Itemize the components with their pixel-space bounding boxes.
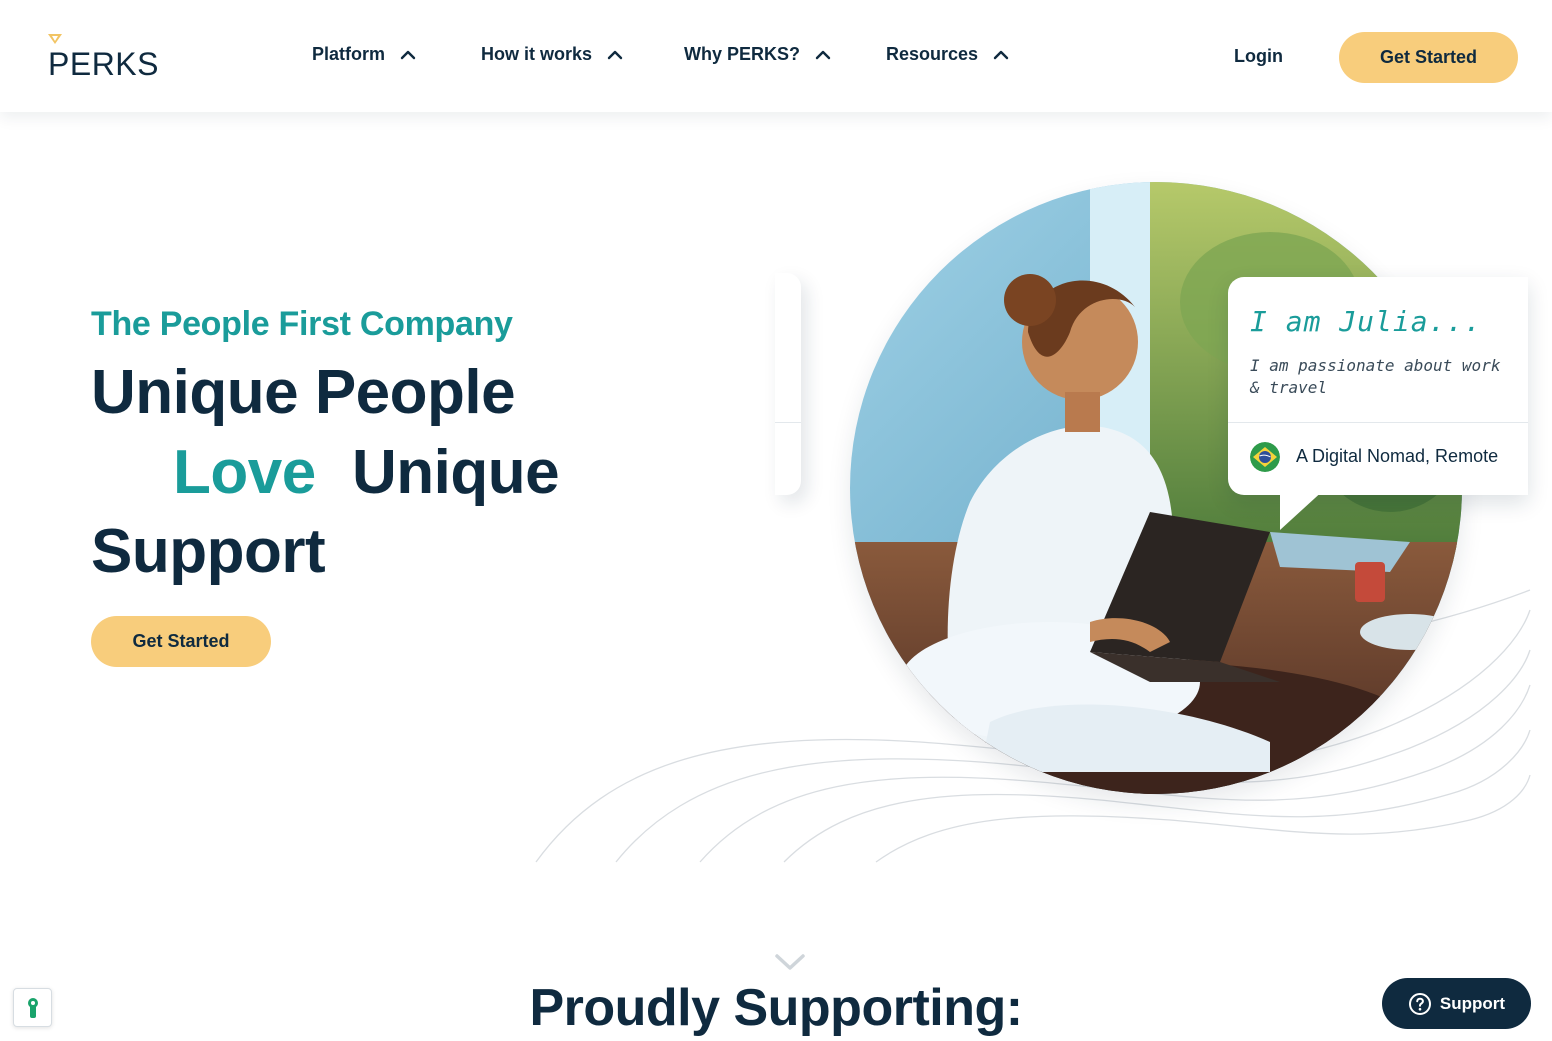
chevron-down-icon[interactable] — [774, 952, 806, 972]
nav-item-label: Platform — [312, 44, 386, 64]
hero-get-started-button[interactable]: Get Started — [91, 616, 271, 667]
cookie-preferences-button[interactable] — [13, 988, 52, 1027]
chevron-up-icon — [607, 50, 623, 59]
section-title: Proudly Supporting: — [529, 979, 1023, 1037]
chevron-up-icon — [400, 50, 416, 59]
profile-divider — [1228, 422, 1528, 423]
help-circle-icon — [1408, 992, 1431, 1015]
perks-logo[interactable]: PERKS — [48, 34, 158, 82]
profile-card-tail — [1280, 488, 1326, 530]
nav-item-label: How it works — [481, 44, 593, 64]
cookie-preferences-icon — [27, 997, 38, 1018]
nav-item-why-perks[interactable]: Why PERKS? — [684, 44, 832, 65]
nav-item-label: Why PERKS? — [684, 44, 801, 64]
hero-headline-line-3: Support — [91, 517, 326, 586]
chevron-up-icon — [993, 50, 1009, 59]
hero-illustration: I am Julia... I am passionate about work… — [520, 170, 1552, 870]
brazil-flag-icon — [1250, 442, 1280, 472]
login-link[interactable]: Login — [1234, 46, 1283, 67]
hero-eyebrow: The People First Company — [91, 305, 513, 343]
profile-name: I am Julia... — [1250, 305, 1483, 338]
profile-description: I am passionate about work & travel — [1250, 356, 1501, 397]
support-button[interactable]: Support — [1382, 978, 1531, 1029]
site-header: PERKS Platform How it works Why PERKS? R… — [0, 0, 1552, 112]
hero-headline-love: Love — [173, 438, 316, 507]
hero-headline-line-1: Unique People — [91, 358, 516, 427]
support-button-label: Support — [1439, 993, 1506, 1013]
logo-triangle-icon — [48, 34, 62, 44]
nav-item-label: Resources — [886, 44, 979, 64]
header-get-started-button[interactable]: Get Started — [1339, 32, 1518, 83]
profile-card: I am Julia... I am passionate about work… — [1228, 277, 1528, 495]
background-card-divider — [775, 422, 801, 423]
nav-item-how-it-works[interactable]: How it works — [481, 44, 624, 65]
nav-item-platform[interactable]: Platform — [312, 44, 417, 65]
profile-location: A Digital Nomad, Remote — [1296, 446, 1499, 466]
background-card — [775, 273, 801, 495]
chevron-up-icon — [815, 50, 831, 59]
nav-item-resources[interactable]: Resources — [886, 44, 1010, 65]
logo-text: PERKS — [48, 46, 159, 82]
